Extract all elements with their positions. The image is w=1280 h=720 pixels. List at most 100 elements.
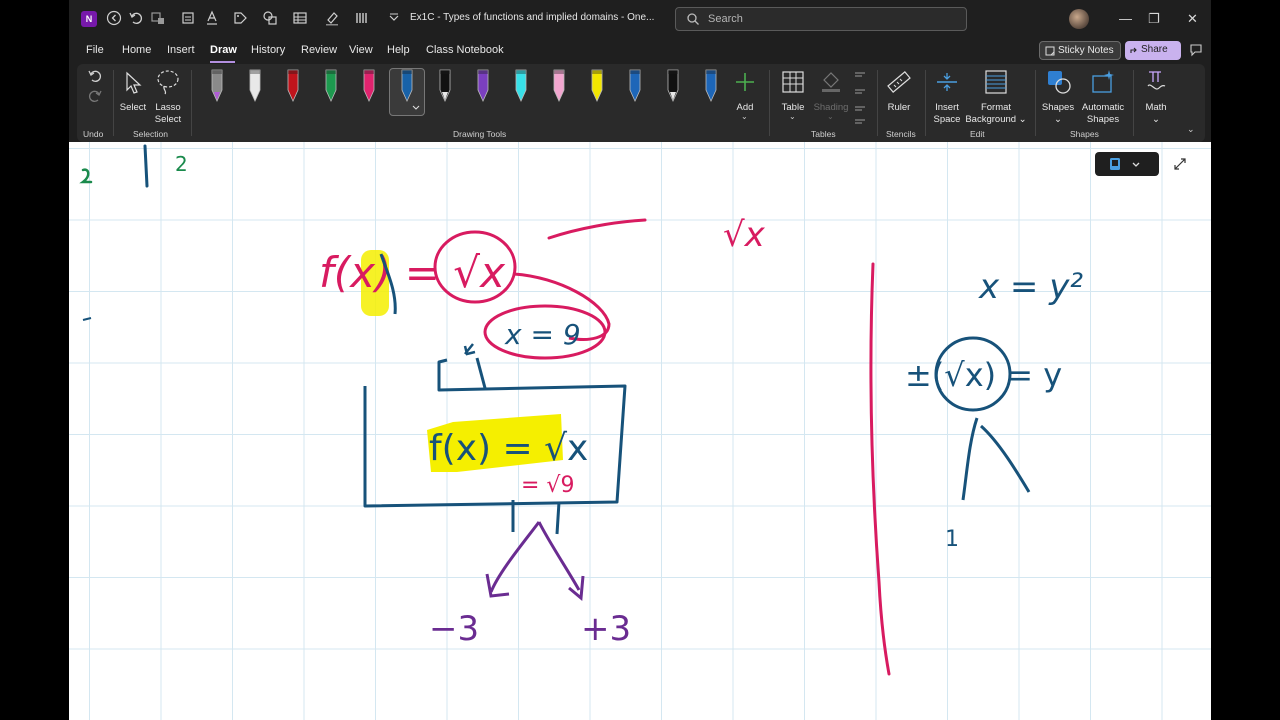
separator [925, 70, 926, 136]
ink-pos3: +3 [581, 609, 631, 649]
customize-icon[interactable] [385, 10, 403, 28]
note-canvas[interactable]: 2 f(x) = √x x = 9 f(x) = √x = √9 −3 +3 √… [69, 142, 1211, 720]
view-mode-button[interactable] [1095, 152, 1159, 176]
close-icon[interactable]: ✕ [1187, 11, 1198, 27]
pen-10-icon[interactable] [548, 68, 570, 104]
avatar[interactable] [1069, 9, 1089, 29]
shapes-icon[interactable] [1045, 68, 1073, 96]
undo-icon[interactable] [127, 10, 145, 28]
group-edit-label: Edit [970, 129, 985, 139]
comments-icon[interactable] [1189, 43, 1203, 57]
tag-icon[interactable] [231, 10, 249, 28]
separator [877, 70, 878, 136]
add-chevron-icon[interactable]: ⌄ [741, 112, 748, 121]
separator [769, 70, 770, 136]
search-input[interactable]: Search [675, 7, 967, 31]
restore-icon[interactable]: ❐ [1148, 11, 1160, 27]
expand-icon[interactable] [1173, 157, 1187, 171]
select-label[interactable]: Select [117, 102, 149, 114]
format-background-label[interactable]: Format Background ⌄ [965, 102, 1027, 126]
ink-purple-arrowheads [485, 573, 585, 601]
pen-13-icon[interactable] [662, 68, 684, 104]
tab-view[interactable]: View [349, 44, 373, 56]
lasso-select-icon[interactable] [155, 68, 181, 96]
ruler-lines-icon[interactable] [353, 10, 371, 28]
ruler-icon[interactable] [885, 68, 913, 96]
group-drawing-tools-label: Drawing Tools [453, 129, 507, 139]
collapse-ribbon-icon[interactable]: ⌄ [1187, 124, 1195, 135]
tab-draw[interactable]: Draw [210, 44, 237, 56]
ink-neg3: −3 [429, 609, 479, 649]
automatic-shapes-label[interactable]: Automatic Shapes [1079, 102, 1127, 126]
page-icon[interactable] [179, 10, 197, 28]
ribbon-undo-icon[interactable] [87, 68, 103, 84]
minimize-icon[interactable]: — [1119, 11, 1132, 26]
dock-icon[interactable] [149, 10, 167, 28]
search-icon [687, 13, 699, 25]
pen-7-icon[interactable] [434, 68, 456, 104]
ink-layer[interactable]: 2 f(x) = √x x = 9 f(x) = √x = √9 −3 +3 √… [69, 142, 1211, 720]
select-pointer-icon[interactable] [122, 70, 144, 96]
tab-history[interactable]: History [251, 44, 285, 56]
pen-4-icon[interactable] [320, 68, 342, 104]
share-button[interactable]: Share [1125, 41, 1181, 60]
separator [191, 70, 192, 136]
pen-8-icon[interactable] [472, 68, 494, 104]
highlighter-icon[interactable] [323, 10, 341, 28]
pen-9-icon[interactable] [510, 68, 532, 104]
tab-file[interactable]: File [86, 44, 104, 56]
shape-icon[interactable] [261, 10, 279, 28]
sticky-notes-button[interactable]: Sticky Notes [1039, 41, 1121, 60]
pen-options-chevron-icon[interactable] [411, 104, 421, 112]
table-icon[interactable] [291, 10, 309, 28]
pen-3-icon[interactable] [282, 68, 304, 104]
ink-small-arrow [463, 343, 476, 356]
ink-box-legs [511, 500, 561, 535]
shading-icon [822, 72, 840, 92]
tab-home[interactable]: Home [122, 44, 151, 56]
math-icon[interactable] [1145, 66, 1167, 96]
share-label: Share [1141, 44, 1168, 55]
math-label[interactable]: Math ⌄ [1141, 102, 1171, 126]
pen-12-icon[interactable] [624, 68, 646, 104]
group-undo-label: Undo [83, 129, 104, 139]
ruler-label[interactable]: Ruler [883, 102, 915, 114]
lasso-select-label[interactable]: Lasso Select [153, 102, 183, 126]
ink-box-arrow [475, 357, 487, 389]
pen-5-icon[interactable] [358, 68, 380, 104]
ink-two: 2 [175, 152, 188, 176]
ink-x-eq-9: x = 9 [504, 318, 581, 351]
table-chevron-icon[interactable]: ⌄ [789, 112, 796, 121]
ink-fx-main: f(x) = √x [319, 248, 506, 297]
shapes-label[interactable]: Shapes ⌄ [1039, 102, 1077, 126]
pen-14-icon[interactable] [700, 68, 722, 104]
table-grid-icon[interactable] [781, 70, 805, 94]
ribbon-redo-icon[interactable] [87, 88, 103, 104]
table-align-icons[interactable] [853, 70, 867, 128]
group-tables-label: Tables [811, 129, 836, 139]
tab-help[interactable]: Help [387, 44, 410, 56]
pen-6-icon[interactable] [396, 68, 418, 104]
tab-review[interactable]: Review [301, 44, 337, 56]
share-icon [1130, 47, 1137, 53]
pen-1-icon[interactable] [206, 68, 228, 104]
add-pen-icon[interactable] [733, 70, 757, 94]
tab-insert[interactable]: Insert [167, 44, 195, 56]
ink-fragment-left [79, 168, 93, 184]
ink-one: 1 [945, 527, 959, 552]
ink-dash-left [82, 317, 92, 321]
automatic-shapes-icon[interactable] [1089, 68, 1117, 96]
format-background-icon[interactable] [983, 68, 1009, 96]
ink-fx-box: f(x) = √x [429, 428, 588, 469]
back-icon[interactable] [105, 10, 123, 28]
font-color-icon[interactable] [203, 10, 221, 28]
insert-space-label[interactable]: Insert Space [931, 102, 963, 126]
separator [1035, 70, 1036, 136]
pen-11-icon[interactable] [586, 68, 608, 104]
tab-class-notebook[interactable]: Class Notebook [426, 44, 504, 56]
pen-2-icon[interactable] [244, 68, 266, 104]
ink-x-eq-y2: x = y² [978, 267, 1083, 307]
group-selection-label: Selection [133, 129, 168, 139]
insert-space-icon[interactable] [935, 70, 959, 96]
ink-purple-tree [489, 521, 581, 593]
